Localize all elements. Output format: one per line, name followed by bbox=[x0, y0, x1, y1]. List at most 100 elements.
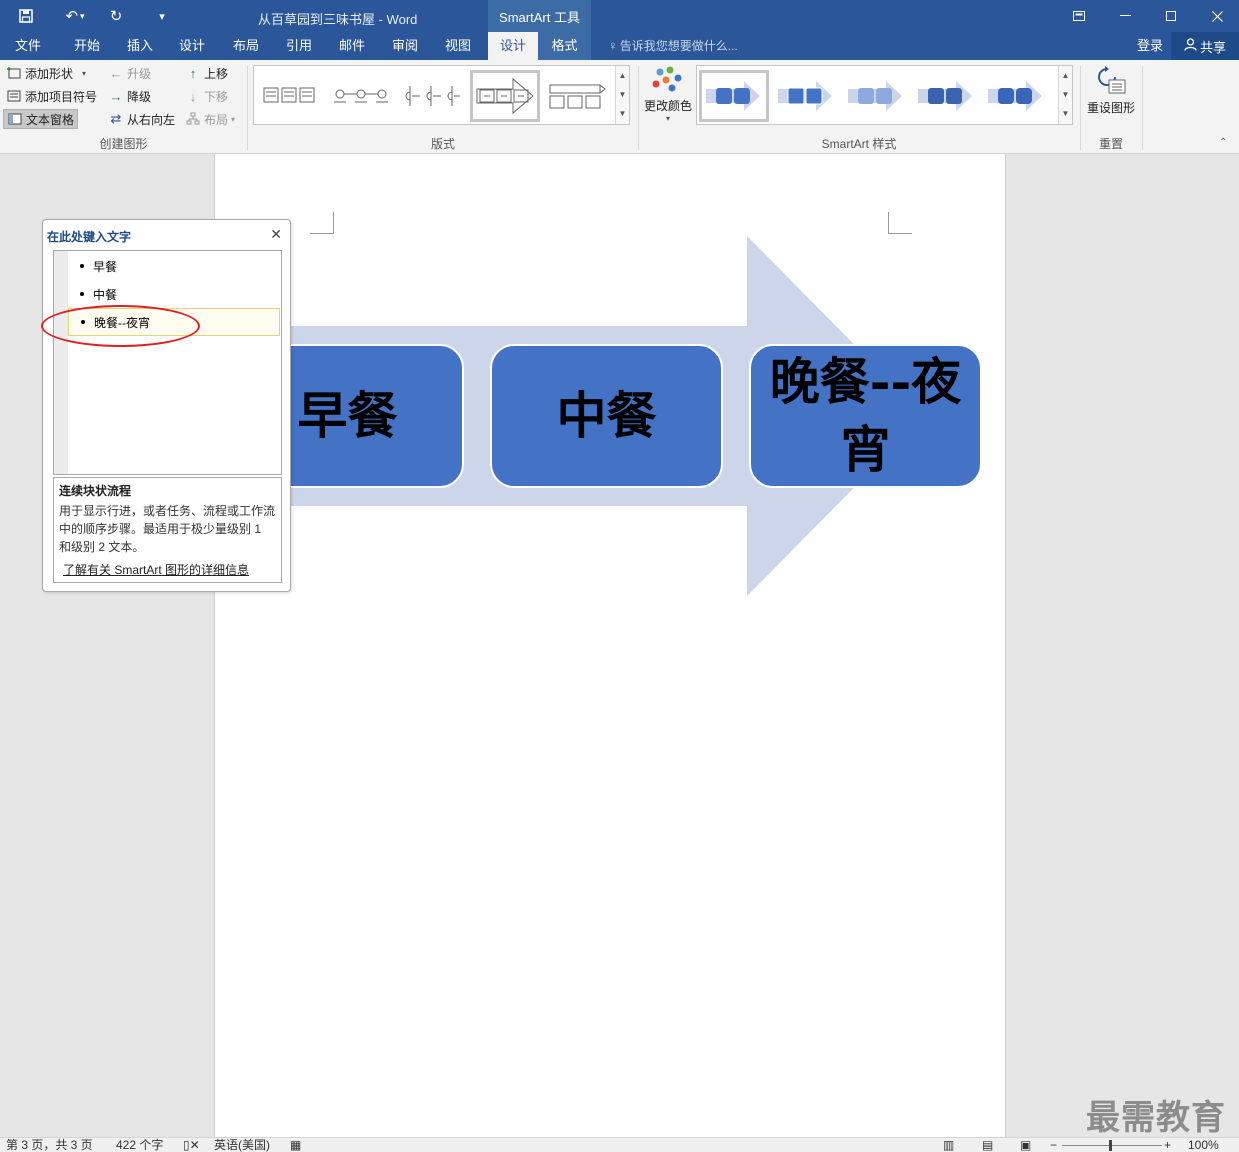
smartart-node-dinner[interactable]: 晚餐--夜宵 bbox=[749, 344, 982, 488]
gallery-more-icon[interactable]: ▼ bbox=[1059, 104, 1072, 123]
read-mode-icon[interactable]: ▥ bbox=[943, 1138, 954, 1152]
tab-view[interactable]: 视图 bbox=[434, 32, 482, 60]
bullet-icon bbox=[80, 264, 84, 268]
customize-qat-icon[interactable]: ▾ bbox=[150, 4, 174, 28]
layout-button[interactable]: 布局 ▾ bbox=[185, 109, 235, 129]
reset-graphic-button[interactable]: 重设图形 bbox=[1084, 66, 1138, 116]
text-pane-list[interactable]: 早餐 中餐 晚餐--夜宵 bbox=[53, 250, 282, 475]
print-layout-icon[interactable]: ▤ bbox=[982, 1138, 993, 1152]
chevron-down-icon: ▾ bbox=[665, 114, 670, 123]
scroll-up-icon[interactable]: ▲ bbox=[616, 66, 629, 85]
tab-insert[interactable]: 插入 bbox=[116, 32, 164, 60]
layouts-gallery: ▲ ▼ ▼ bbox=[253, 65, 630, 125]
add-shape-button[interactable]: 添加形状 ▾ bbox=[6, 63, 86, 83]
share-button[interactable]: 共享 bbox=[1171, 32, 1239, 60]
layout-option-continuous-block-process[interactable] bbox=[470, 70, 540, 122]
layout-description-title: 连续块状流程 bbox=[59, 484, 132, 498]
add-bullet-button[interactable]: 添加项目符号 bbox=[6, 86, 97, 106]
zoom-slider-track[interactable] bbox=[1062, 1145, 1162, 1146]
arrow-up-icon: ↑ bbox=[189, 65, 197, 81]
layout-option-1[interactable] bbox=[258, 70, 324, 122]
text-pane-item[interactable]: 中餐 bbox=[68, 280, 280, 308]
arrow-left-icon: ← bbox=[109, 65, 123, 81]
smartart-text-pane: 在此处键入文字 ✕ 早餐 中餐 晚餐--夜宵 连续块状流程 用于显示行进，或者任… bbox=[42, 219, 291, 592]
tell-me-search[interactable]: ♀ 告诉我您想要做什么... bbox=[608, 32, 738, 60]
zoom-in-icon[interactable]: + bbox=[1164, 1138, 1171, 1152]
smartart-style-5[interactable] bbox=[983, 70, 1049, 122]
document-page[interactable]: 早餐 中餐 晚餐--夜宵 bbox=[214, 154, 1006, 1137]
language[interactable]: 英语(美国) bbox=[214, 1138, 270, 1152]
layout-option-2[interactable] bbox=[328, 70, 394, 122]
login-link[interactable]: 登录 bbox=[1137, 32, 1163, 60]
tab-file[interactable]: 文件 bbox=[4, 32, 52, 60]
save-icon[interactable] bbox=[14, 4, 38, 28]
zoom-out-icon[interactable]: − bbox=[1050, 1138, 1057, 1152]
move-up-button[interactable]: ↑ 上移 bbox=[185, 63, 228, 83]
status-bar: 第 3 页，共 3 页 422 个字 ▯✕ 英语(美国) ▦ ▥ ▤ ▣ − +… bbox=[0, 1137, 1239, 1152]
text-pane-gutter bbox=[54, 251, 68, 474]
ribbon-display-options-icon[interactable] bbox=[1056, 0, 1102, 32]
layout-option-3[interactable] bbox=[398, 70, 464, 122]
promote-button[interactable]: ← 升级 bbox=[108, 63, 152, 83]
web-layout-icon[interactable]: ▣ bbox=[1020, 1138, 1031, 1152]
text-pane-item[interactable]: 早餐 bbox=[68, 252, 280, 280]
org-layout-icon bbox=[185, 111, 201, 127]
tab-review[interactable]: 审阅 bbox=[381, 32, 429, 60]
smartart-style-3[interactable] bbox=[843, 70, 909, 122]
watermark-logo: 最需教育 bbox=[1086, 1098, 1226, 1138]
reset-graphic-icon bbox=[1095, 66, 1127, 99]
tab-home[interactable]: 开始 bbox=[62, 32, 112, 60]
arrow-right-icon: → bbox=[109, 88, 123, 104]
text-pane-title: 在此处键入文字 bbox=[47, 230, 132, 244]
group-label-smartart-styles: SmartArt 样式 bbox=[821, 137, 897, 151]
smartart-tools-label: SmartArt 工具 bbox=[488, 0, 591, 32]
scroll-up-icon[interactable]: ▲ bbox=[1059, 66, 1072, 85]
close-icon[interactable]: ✕ bbox=[270, 226, 282, 243]
restore-icon[interactable] bbox=[1148, 0, 1194, 32]
title-bar: ↶ ▾ ↻ ▾ 从百草园到三味书屋 - Word SmartArt 工具 bbox=[0, 0, 1239, 32]
zoom-level[interactable]: 100% bbox=[1188, 1138, 1219, 1152]
tab-design[interactable]: 设计 bbox=[168, 32, 216, 60]
minimize-icon[interactable] bbox=[1102, 0, 1148, 32]
tab-mailings[interactable]: 邮件 bbox=[328, 32, 376, 60]
learn-more-link[interactable]: 了解有关 SmartArt 图形的详细信息 bbox=[63, 561, 249, 578]
scroll-down-icon[interactable]: ▼ bbox=[1059, 85, 1072, 104]
close-icon[interactable] bbox=[1194, 0, 1239, 32]
smartart-styles-gallery: ▲ ▼ ▼ bbox=[696, 65, 1073, 125]
group-label-layouts: 版式 bbox=[430, 137, 455, 151]
ribbon: 添加形状 ▾ 添加项目符号 文本窗格 ← 升级 → 降级 ⇄ 从右向左 ↑ 上移… bbox=[0, 60, 1239, 154]
macro-record-icon[interactable]: ▦ bbox=[290, 1138, 301, 1152]
scroll-down-icon[interactable]: ▼ bbox=[616, 85, 629, 104]
smartart-style-2[interactable] bbox=[773, 70, 839, 122]
smartart-style-1[interactable] bbox=[699, 70, 769, 122]
tab-references[interactable]: 引用 bbox=[275, 32, 323, 60]
gallery-more-icon[interactable]: ▼ bbox=[616, 104, 629, 123]
tab-smartart-design[interactable]: 设计 bbox=[488, 32, 538, 60]
swap-direction-icon: ⇄ bbox=[110, 111, 122, 126]
smartart-node-lunch[interactable]: 中餐 bbox=[490, 344, 723, 488]
undo-icon[interactable]: ↶ ▾ bbox=[58, 4, 92, 28]
tab-smartart-format[interactable]: 格式 bbox=[538, 32, 591, 60]
demote-button[interactable]: → 降级 bbox=[108, 86, 152, 106]
chevron-down-icon: ▾ bbox=[231, 114, 236, 124]
collapse-ribbon-icon[interactable]: ⌃ bbox=[1219, 137, 1227, 148]
tab-layout[interactable]: 布局 bbox=[222, 32, 270, 60]
move-down-button[interactable]: ↓ 下移 bbox=[185, 86, 228, 106]
right-to-left-button[interactable]: ⇄ 从右向左 bbox=[108, 109, 175, 129]
annotation-red-ellipse bbox=[41, 305, 200, 347]
word-count[interactable]: 422 个字 bbox=[116, 1138, 163, 1152]
page-count[interactable]: 第 3 页，共 3 页 bbox=[6, 1138, 93, 1152]
text-pane-button[interactable]: 文本窗格 bbox=[3, 109, 79, 129]
text-pane-icon bbox=[7, 111, 23, 127]
bullet-icon bbox=[80, 292, 84, 296]
group-label-reset: 重置 bbox=[1098, 137, 1123, 151]
change-colors-button[interactable]: 更改颜色 ▾ bbox=[641, 66, 695, 123]
layout-option-5[interactable] bbox=[544, 70, 610, 122]
styles-gallery-scroll[interactable]: ▲ ▼ ▼ bbox=[1058, 66, 1072, 124]
ribbon-tab-row: 文件 开始 插入 设计 布局 引用 邮件 审阅 视图 设计 格式 ♀ 告诉我您想要… bbox=[0, 32, 1239, 60]
layouts-gallery-scroll[interactable]: ▲ ▼ ▼ bbox=[615, 66, 629, 124]
proofing-icon[interactable]: ▯✕ bbox=[183, 1138, 200, 1152]
redo-icon[interactable]: ↻ bbox=[104, 4, 128, 28]
smartart-style-4[interactable] bbox=[913, 70, 979, 122]
zoom-slider-thumb[interactable] bbox=[1109, 1140, 1112, 1151]
